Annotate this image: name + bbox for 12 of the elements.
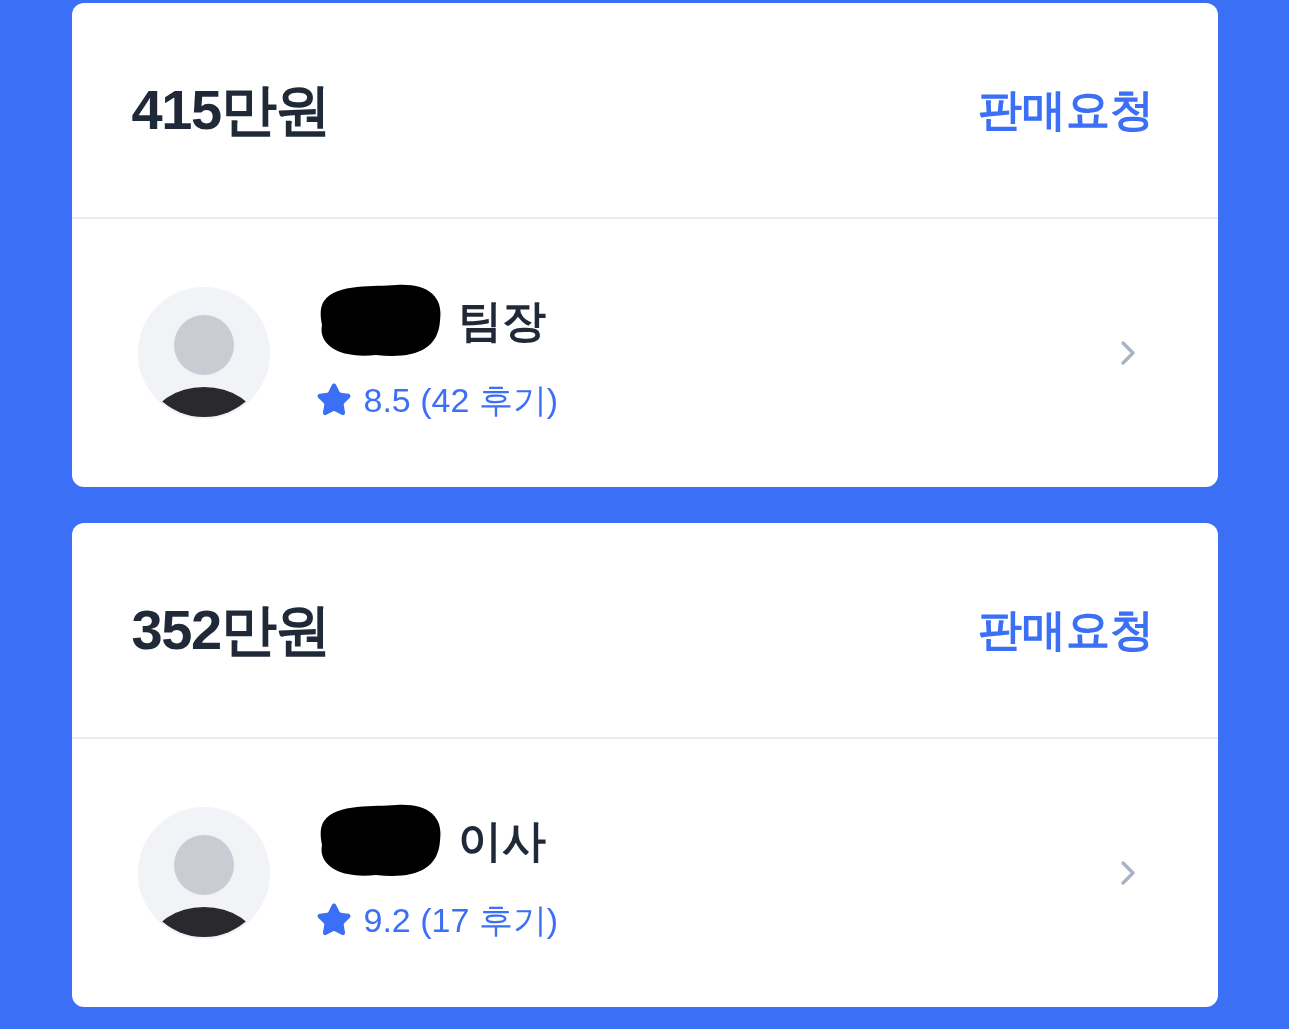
price: 415만원 xyxy=(131,77,330,143)
star-icon xyxy=(315,382,352,418)
rating: 9.2 (17 후기) xyxy=(363,899,559,941)
seller-row[interactable]: 이사 9.2 (17 후기) xyxy=(71,739,1218,1007)
star-icon xyxy=(315,902,352,938)
seller-title: 이사 xyxy=(457,814,546,867)
price: 352만원 xyxy=(131,597,330,663)
rating: 8.5 (42 후기) xyxy=(363,379,559,421)
sell-request-link[interactable]: 판매요청 xyxy=(977,597,1154,663)
seller-title: 팀장 xyxy=(457,294,546,347)
seller-row[interactable]: 팀장 8.5 (42 후기) xyxy=(71,219,1218,487)
sell-request-link[interactable]: 판매요청 xyxy=(977,77,1154,143)
